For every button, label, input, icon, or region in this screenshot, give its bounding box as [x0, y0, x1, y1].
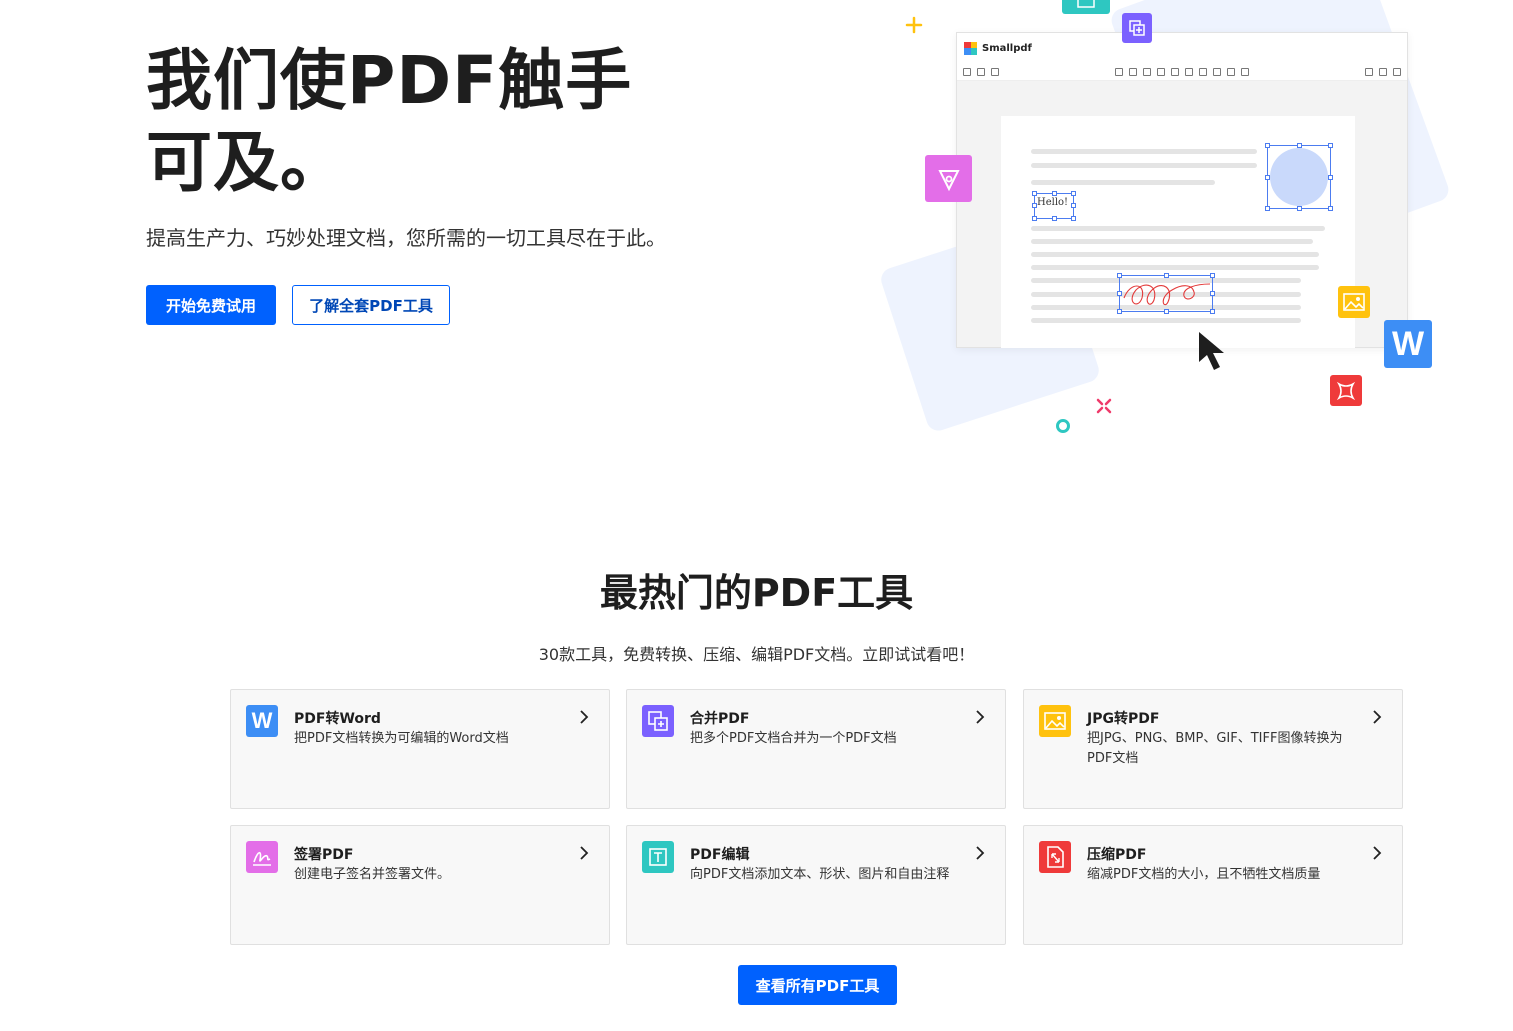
app-toolbar — [957, 63, 1407, 81]
tool-description: 创建电子签名并签署文件。 — [294, 867, 451, 882]
merge-icon — [1122, 13, 1152, 43]
chevron-right-icon — [1373, 710, 1382, 724]
document-page: Hello! — [1001, 116, 1355, 348]
word-icon: W — [246, 705, 278, 737]
tool-description: 把多个PDF文档合并为一个PDF文档 — [690, 731, 897, 746]
hero-title: 我们使PDF触手可及。 — [146, 42, 633, 201]
text-annotation[interactable]: Hello! — [1032, 191, 1076, 221]
chevron-right-icon — [580, 710, 589, 724]
compress-icon — [1330, 375, 1362, 406]
tool-description: 缩减PDF文档的大小，且不牺牲文档质量 — [1087, 867, 1321, 882]
stamp-icon[interactable] — [1185, 67, 1193, 76]
merge-icon — [642, 705, 674, 737]
view-icon[interactable] — [963, 67, 971, 76]
tool-name: JPG转PDF — [1087, 711, 1160, 727]
marker-icon[interactable] — [1143, 67, 1151, 76]
compress-icon — [1039, 841, 1071, 873]
view-all-tools-button[interactable]: 查看所有PDF工具 — [738, 965, 897, 1005]
tool-description: 把JPG、PNG、BMP、GIF、TIFF图像转换为PDF文档 — [1087, 731, 1343, 766]
chevron-right-icon — [976, 710, 985, 724]
smallpdf-logo-icon — [964, 41, 977, 55]
tool-card-sign-pdf[interactable]: 签署PDF 创建电子签名并签署文件。 — [230, 825, 610, 945]
shape-icon[interactable] — [1199, 67, 1207, 76]
tools-section-subtitle: 30款工具，免费转换、压缩、编辑PDF文档。立即试试看吧！ — [538, 645, 975, 664]
cross-icon — [1096, 398, 1112, 414]
edit-text-icon — [642, 841, 674, 873]
ring-icon — [1056, 419, 1070, 433]
tool-name: 合并PDF — [690, 711, 750, 727]
chevron-right-icon — [976, 846, 985, 860]
hello-text: Hello! — [1037, 197, 1069, 208]
edit-text-icon — [1062, 0, 1110, 14]
tools-section-title: 最热门的PDF工具 — [599, 571, 914, 615]
pen-icon[interactable] — [1129, 67, 1137, 76]
word-icon: W — [1384, 320, 1432, 368]
app-titlebar: Smallpdf — [957, 33, 1407, 63]
search-icon[interactable] — [1393, 67, 1401, 76]
tool-description: 向PDF文档添加文本、形状、图片和自由注释 — [690, 867, 950, 882]
plus-icon — [905, 16, 923, 34]
chevron-right-icon — [580, 846, 589, 860]
undo-icon[interactable] — [1365, 67, 1373, 76]
tool-card-pdf-to-word[interactable]: W PDF转Word 把PDF文档转换为可编辑的Word文档 — [230, 689, 610, 809]
hero-subtitle: 提高生产力、巧妙处理文档，您所需的一切工具尽在于此。 — [146, 226, 666, 250]
tool-name: 压缩PDF — [1087, 847, 1147, 863]
text-icon[interactable] — [1171, 67, 1179, 76]
chevron-right-icon — [1373, 846, 1382, 860]
tool-card-merge-pdf[interactable]: 合并PDF 把多个PDF文档合并为一个PDF文档 — [626, 689, 1006, 809]
page: 我们使PDF触手可及。 提高生产力、巧妙处理文档，您所需的一切工具尽在于此。 开… — [0, 0, 1513, 1031]
app-name: Smallpdf — [982, 42, 1032, 54]
learn-all-tools-button[interactable]: 了解全套PDF工具 — [292, 285, 450, 325]
pointer-icon[interactable] — [1115, 67, 1123, 76]
sign-icon[interactable] — [1241, 67, 1249, 76]
circle-shape[interactable] — [1265, 143, 1333, 211]
image-icon — [1338, 286, 1370, 318]
redo-icon[interactable] — [1379, 67, 1387, 76]
tool-card-compress-pdf[interactable]: 压缩PDF 缩减PDF文档的大小，且不牺牲文档质量 — [1023, 825, 1403, 945]
line-icon[interactable] — [1213, 67, 1221, 76]
tool-name: 签署PDF — [294, 847, 354, 863]
image-icon[interactable] — [1227, 67, 1235, 76]
mouse-cursor-icon — [1199, 332, 1224, 370]
image-icon — [1039, 705, 1071, 737]
signature-annotation[interactable] — [1117, 273, 1215, 314]
tool-card-jpg-to-pdf[interactable]: JPG转PDF 把JPG、PNG、BMP、GIF、TIFF图像转换为PDF文档 — [1023, 689, 1403, 809]
pen-nib-icon — [925, 155, 972, 202]
sidebar-icon[interactable] — [991, 67, 999, 76]
tool-name: PDF编辑 — [690, 847, 750, 863]
tool-description: 把PDF文档转换为可编辑的Word文档 — [294, 731, 509, 746]
tool-name: PDF转Word — [294, 711, 381, 727]
tool-card-edit-pdf[interactable]: PDF编辑 向PDF文档添加文本、形状、图片和自由注释 — [626, 825, 1006, 945]
grid-icon[interactable] — [977, 67, 985, 76]
start-free-trial-button[interactable]: 开始免费试用 — [146, 285, 276, 325]
signature-icon — [246, 841, 278, 873]
eraser-icon[interactable] — [1157, 67, 1165, 76]
